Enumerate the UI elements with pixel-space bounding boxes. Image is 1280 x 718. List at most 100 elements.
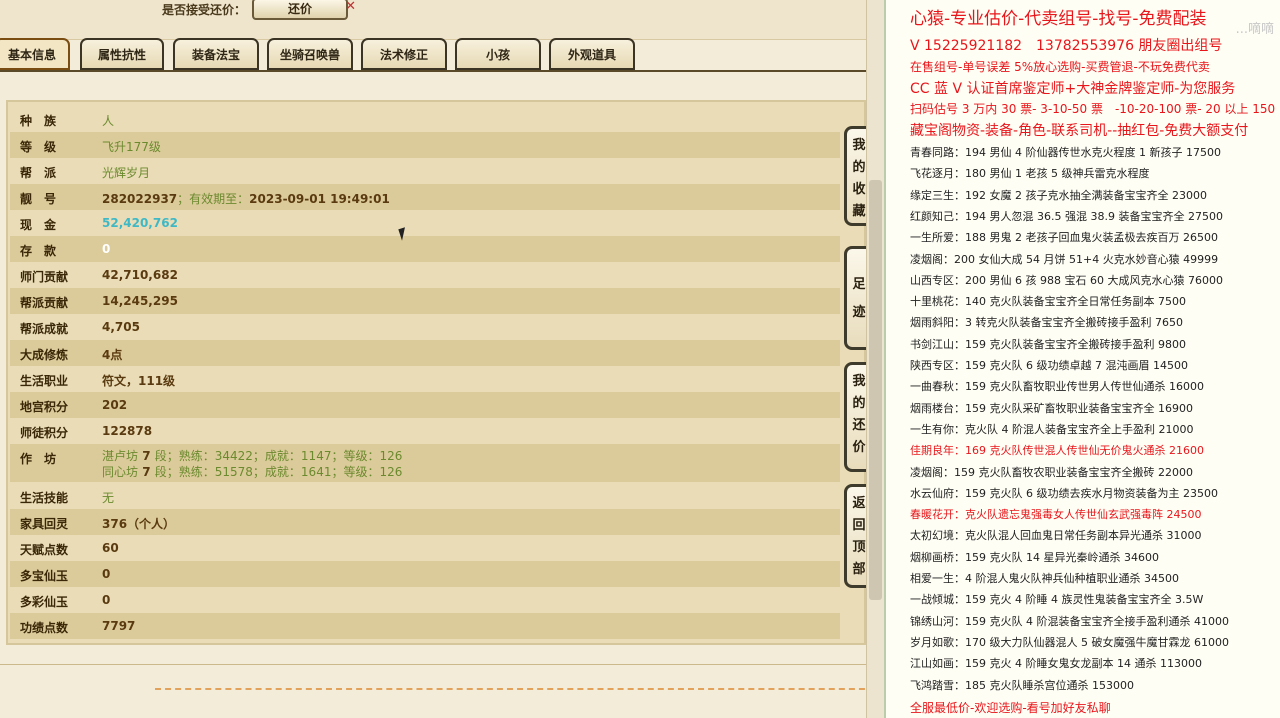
listing-text: 159 克火队 4 阶混装备宝宝齐全接手盈利通杀 41000 [965,614,1229,628]
listing-text: 159 克火队畜牧职业传世男人传世仙通杀 16000 [965,380,1204,394]
merit-label: 功绩点数 [20,621,69,635]
talent-label: 天赋点数 [20,543,69,557]
scrollbar-thumb[interactable] [869,180,882,600]
listing-text: 180 男仙 1 老孩 5 级神兵雷克水程度 [965,167,1150,181]
workshop-line-2: 同心坊 7 段；熟练：51578；成就：1641；等级：126 [102,463,402,480]
tab-spells[interactable]: 法术修正 [361,38,447,70]
listing-text: 188 男鬼 2 老孩子回血鬼火装孟极去疾百万 26500 [965,231,1218,245]
listing-name: 江山如画： [910,657,965,671]
duocai-label: 多彩仙玉 [20,595,69,609]
info-row-palace: 地宫积分 202 [10,392,840,418]
info-row-id: 靓 号 282022937；有效期至：2023-09-01 19:49:01 [10,184,840,210]
listing-item: 青春同路：194 男仙 4 阶仙器传世水克火程度 1 新孩子 17500 [910,144,1221,160]
school-contrib-label: 师门贡献 [20,270,69,284]
tab-divider [0,70,884,72]
listing-text: 3 转克火队装备宝宝齐全搬砖接手盈利 7650 [965,316,1183,330]
listing-name: 缘定三生： [910,188,965,202]
listing-text: 170 级大力队仙器混人 5 破女魔强牛魔甘霖龙 61000 [965,635,1229,649]
listing-text: 192 女魔 2 孩子克水抽全满装备宝宝齐全 23000 [965,188,1207,202]
top-bar: 是否接受还价： 还价 ✕ [0,0,884,40]
basic-info-panel: 种 族 人 等 级 飞升177级 帮 派 光辉岁月 靓 号 282022937；… [6,100,874,645]
tab-attributes[interactable]: 属性抗性 [80,38,164,70]
info-row-deposit: 存 款 0 [10,236,840,262]
listing-name: 红颜知己： [910,209,965,223]
info-row-dacheng: 大成修炼 4点 [10,340,840,366]
info-row-life-skill: 生活技能 无 [10,483,840,509]
close-icon[interactable]: ✕ [345,0,356,16]
dacheng-label: 大成修炼 [20,348,69,362]
listing-text: 159 克火队采矿畜牧职业装备宝宝齐全 16900 [965,401,1193,415]
furniture-value: 376（个人） [102,517,176,531]
race-label: 种 族 [20,114,57,128]
listing-name: 太初幻境： [910,529,965,543]
guild-value: 光辉岁月 [102,166,151,180]
tab-appearance[interactable]: 外观道具 [549,38,635,70]
listing-text: 159 克火队装备宝宝齐全搬砖接手盈利 9800 [965,337,1186,351]
life-job-value: 符文，111级 [102,374,176,388]
listing-name: 凌烟阁： [910,252,954,266]
deposit-label: 存 款 [20,244,57,258]
listing-item: 十里桃花：140 克火队装备宝宝齐全日常任务副本 7500 [910,293,1186,309]
listing-name: 飞花逐月： [910,167,965,181]
workshop1-rest: 段；熟练：34422；成就：1147；等级：126 [154,449,403,463]
id-value: 282022937；有效期至：2023-09-01 19:49:01 [102,190,390,207]
duocai-value: 0 [102,593,111,607]
listing-item: 陕西专区：159 克火队 6 级功绩卓越 7 混沌画眉 14500 [910,357,1188,373]
listing-name: 春暖花开： [910,508,965,522]
listing-text: 200 女仙大成 54 月饼 51+4 火克水妙音心猿 49999 [954,252,1219,266]
workshop-line-1: 湛卢坊 7 段；熟练：34422；成就：1147；等级：126 [102,447,402,464]
listing-name: 烟雨楼台： [910,401,965,415]
tab-children[interactable]: 小孩 [455,38,541,70]
mentor-label: 师徒积分 [20,426,69,440]
listing-item: 锦绣山河：159 克火队 4 阶混装备宝宝齐全接手盈利通杀 41000 [910,613,1229,629]
dashed-divider [155,688,875,690]
listing-text: 克火队 4 阶混人装备宝宝齐全上手盈利 21000 [965,422,1194,436]
duobao-label: 多宝仙玉 [20,569,69,583]
school-contrib-value: 42,710,682 [102,268,178,282]
ad-header-6: 藏宝阁物资-装备-角色-联系司机--抽红包-免费大额支付 [910,123,1249,139]
listing-text: 194 男人忽混 36.5 强混 38.9 装备宝宝齐全 27500 [965,209,1223,223]
palace-label: 地宫积分 [20,400,69,414]
guild-label: 帮 派 [20,166,57,180]
life-skill-value: 无 [102,491,115,505]
listing-text: 克火队遗忘鬼强毒女人传世仙玄武强毒阵 24500 [965,508,1202,522]
talent-value: 60 [102,541,119,555]
listing-name: 山西专区： [910,273,965,287]
dacheng-value: 4点 [102,348,123,362]
info-row-cash: 现 金 52,420,762 [10,210,840,236]
tab-basic-info[interactable]: 基本信息 [0,38,70,70]
counter-offer-label: 还价 [287,2,312,16]
counter-offer-button[interactable]: 还价 ✕ [252,0,356,20]
level-value: 飞升177级 [102,140,161,154]
listing-text: 159 克火队畜牧农职业装备宝宝齐全搬砖 22000 [954,465,1193,479]
listing-name: 飞鸿踏雪： [910,678,965,692]
listing-item: 书剑江山：159 克火队装备宝宝齐全搬砖接手盈利 9800 [910,336,1186,352]
listing-name: 相爱一生： [910,572,965,585]
listing-name: 岁月如歌： [910,635,965,649]
ad-header-3: 在售组号-单号误差 5%放心选购-买费管退-不玩免费代卖 [910,60,1210,74]
listing-name: 锦绣山河： [910,614,965,628]
race-value: 人 [102,114,115,128]
ad-header-5: 扫码估号 3 万内 30 票- 3-10-50 票 -10-20-100 票- … [910,102,1276,116]
deposit-value: 0 [102,242,111,256]
listing-text: 194 男仙 4 阶仙器传世水克火程度 1 新孩子 17500 [965,146,1221,159]
info-row-life-job: 生活职业 符文，111级 [10,366,840,392]
listing-name: 一曲春秋： [910,380,965,394]
tab-equipment[interactable]: 装备法宝 [173,38,259,70]
ad-header-1: 心猿-专业估价-代卖组号-找号-免费配装 [910,9,1207,29]
life-skill-label: 生活技能 [20,491,69,505]
duobao-value: 0 [102,567,111,581]
vertical-scrollbar[interactable] [866,0,884,718]
palace-value: 202 [102,398,128,412]
listing-name: 陕西专区： [910,359,965,372]
workshop1-level: 7 [142,449,151,463]
listing-item: 凌烟阁：159 克火队畜牧农职业装备宝宝齐全搬砖 22000 [910,464,1193,480]
tab-mounts-pets[interactable]: 坐骑召唤兽 [267,38,353,70]
mentor-value: 122878 [102,424,153,438]
level-label: 等 级 [20,140,57,154]
listing-item: 红颜知己：194 男人忽混 36.5 强混 38.9 装备宝宝齐全 27500 [910,208,1223,224]
listing-item: 一战倾城：159 克火 4 阶睡 4 族灵性鬼装备宝宝齐全 3.5W [910,591,1203,607]
listing-item: 佳期良年：169 克火队传世混人传世仙无价鬼火通杀 21600 [910,442,1204,458]
info-row-merit: 功绩点数 7797 [10,613,840,639]
listing-name: 青春同路： [910,146,965,159]
